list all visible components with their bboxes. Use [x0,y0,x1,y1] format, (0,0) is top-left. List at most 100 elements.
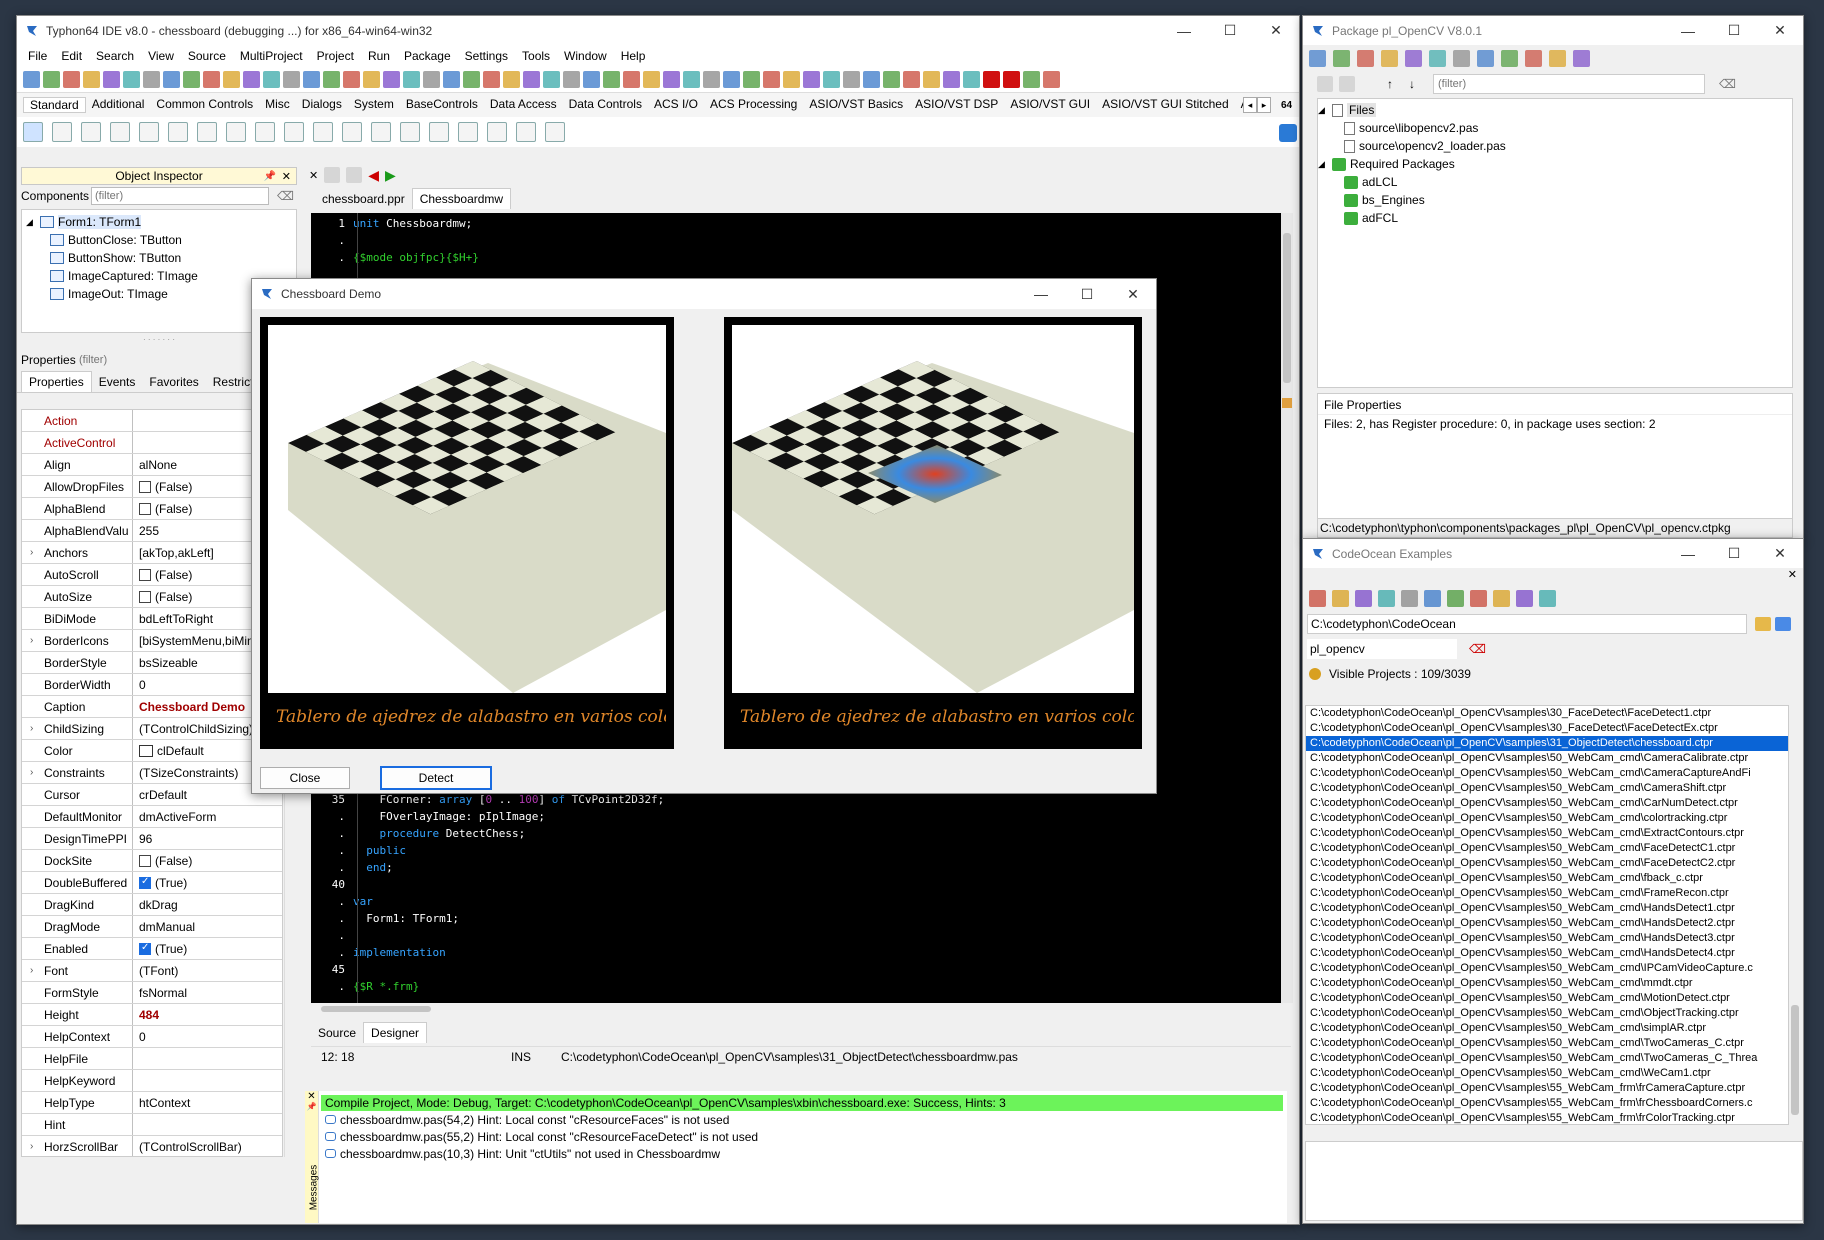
compile-success-message[interactable]: Compile Project, Mode: Debug, Target: C:… [321,1095,1283,1111]
toolbar-tool-icon[interactable] [323,71,340,88]
clear-filter-icon[interactable]: ⌫ [1719,77,1736,91]
palette-tab-asio[interactable]: ASIO/ [1235,97,1243,113]
property-row[interactable]: Action [22,410,282,432]
toolbar-tool-icon[interactable] [383,71,400,88]
minimize-icon[interactable]: — [1161,16,1207,45]
toolbar-tool-icon[interactable] [343,71,360,88]
property-row[interactable]: HelpKeyword [22,1070,282,1092]
menu-file[interactable]: File [21,49,54,63]
toolbar-tool-icon[interactable] [423,71,440,88]
toolbar-tool-icon[interactable] [523,71,540,88]
detect-button[interactable]: Detect [380,766,492,790]
menu-help[interactable]: Help [614,49,653,63]
toolbar-tool-icon[interactable] [883,71,900,88]
toolbar-tool-icon[interactable] [763,71,780,88]
checkbox-icon[interactable] [139,876,151,889]
codeocean-path-input[interactable] [1307,614,1747,634]
editor-tab-chessboard-ppr[interactable]: chessboard.ppr [315,189,412,209]
palette-component-icon[interactable] [52,122,72,142]
property-row[interactable]: FormStyle fsNormal [22,982,282,1004]
palette-component-icon[interactable] [429,122,449,142]
palette-component-icon[interactable] [284,122,304,142]
project-list-item[interactable]: C:\codetyphon\CodeOcean\pl_OpenCV\sample… [1306,931,1788,946]
menu-search[interactable]: Search [89,49,141,63]
tab-designer[interactable]: Designer [363,1022,428,1043]
property-row[interactable]: › Constraints (TSizeConstraints) [22,762,282,784]
toolbar-tool-icon[interactable] [903,71,920,88]
properties-filter-input[interactable] [79,351,269,369]
tab-favorites[interactable]: Favorites [142,372,205,392]
close-icon[interactable]: ✕ [305,1091,318,1102]
toolbar-tool-icon[interactable] [43,71,60,88]
minimize-icon[interactable]: — [1665,16,1711,45]
toolbar-tool-icon[interactable] [623,71,640,88]
package-tool-icon[interactable] [1405,49,1422,67]
menu-edit[interactable]: Edit [54,49,89,63]
close-icon[interactable]: ✕ [1757,16,1803,45]
palette-tab-system[interactable]: System [348,97,400,113]
menu-tools[interactable]: Tools [515,49,557,63]
property-row[interactable]: AutoSize (False) [22,586,282,608]
palette-component-icon[interactable] [168,122,188,142]
messages-scrollbar[interactable] [1287,1091,1299,1223]
close-icon[interactable]: ✕ [1303,568,1803,584]
codeocean-tool-icon[interactable] [1401,589,1418,607]
close-button[interactable]: Close [260,767,350,789]
palette-tab-asio-vst-dsp[interactable]: ASIO/VST DSP [909,97,1004,113]
codeocean-tool-icon[interactable] [1516,589,1533,607]
hint-message[interactable]: chessboardmw.pas(54,2) Hint: Local const… [321,1111,1283,1128]
expand-icon[interactable]: › [30,723,33,734]
package-tool-icon[interactable] [1453,49,1470,67]
toolbar-tool-icon[interactable] [63,71,80,88]
palette-component-icon[interactable] [23,122,43,142]
package-tool-icon[interactable] [1573,49,1590,67]
palette-tab-data-access[interactable]: Data Access [484,97,563,113]
property-row[interactable]: DoubleBuffered(True) [22,872,282,894]
codeocean-tool-icon[interactable] [1424,589,1441,607]
component-tree-item[interactable]: ButtonClose: TButton [22,231,296,249]
property-row[interactable]: › BorderIcons [biSystemMenu,biMin [22,630,282,652]
required-packages-node[interactable]: ◢ Required Packages [1318,155,1792,173]
palette-component-icon[interactable] [197,122,217,142]
project-list-item[interactable]: C:\codetyphon\CodeOcean\pl_OpenCV\sample… [1306,1051,1788,1066]
package-tool-icon[interactable] [1429,49,1446,67]
component-tree-item[interactable]: ButtonShow: TButton [22,249,296,267]
toolbar-tool-icon[interactable] [123,71,140,88]
editor-h-scrollbar[interactable] [311,1003,1281,1015]
toolbar-tool-icon[interactable] [203,71,220,88]
package-tool-icon[interactable] [1501,49,1518,67]
palette-component-icon[interactable] [545,122,565,142]
minimize-icon[interactable]: — [1018,279,1064,309]
checkbox-icon[interactable] [139,480,151,493]
toolbar-tool-icon[interactable] [243,71,260,88]
palette-tab-data-controls[interactable]: Data Controls [563,97,648,113]
package-tool-icon[interactable] [1477,49,1494,67]
codeocean-tool-icon[interactable] [1447,589,1464,607]
menu-package[interactable]: Package [397,49,458,63]
palette-component-icon[interactable] [255,122,275,142]
expand-icon[interactable]: › [30,1141,33,1152]
codeocean-tool-icon[interactable] [1355,589,1372,607]
toolbar-tool-icon[interactable] [703,71,720,88]
project-list-item[interactable]: C:\codetyphon\CodeOcean\pl_OpenCV\sample… [1306,1081,1788,1096]
property-row[interactable]: › Font (TFont) [22,960,282,982]
toolbar-tool-icon[interactable] [583,71,600,88]
checkbox-icon[interactable] [139,568,151,581]
pin-icon[interactable]: 📌 [305,1102,318,1111]
minimize-icon[interactable]: — [1665,539,1711,568]
property-row[interactable]: › ChildSizing (TControlChildSizing) [22,718,282,740]
required-package-item[interactable]: adLCL [1318,173,1792,191]
palette-component-icon[interactable] [313,122,333,142]
toolbar-tool-icon[interactable] [983,71,1000,88]
property-row[interactable]: › HorzScrollBar (TControlScrollBar) [22,1136,282,1156]
package-tool-icon[interactable] [1525,49,1542,67]
toolbar-tool-icon[interactable] [163,71,180,88]
palette-tab-common-controls[interactable]: Common Controls [150,97,259,113]
menu-source[interactable]: Source [181,49,233,63]
property-row[interactable]: BorderWidth 0 [22,674,282,696]
toolbar-tool-icon[interactable] [1043,71,1060,88]
toolbar-tool-icon[interactable] [443,71,460,88]
palette-tab-asio-vst-gui-stitched[interactable]: ASIO/VST GUI Stitched [1096,97,1235,113]
property-row[interactable]: HelpFile [22,1048,282,1070]
toolbar-tool-icon[interactable] [743,71,760,88]
